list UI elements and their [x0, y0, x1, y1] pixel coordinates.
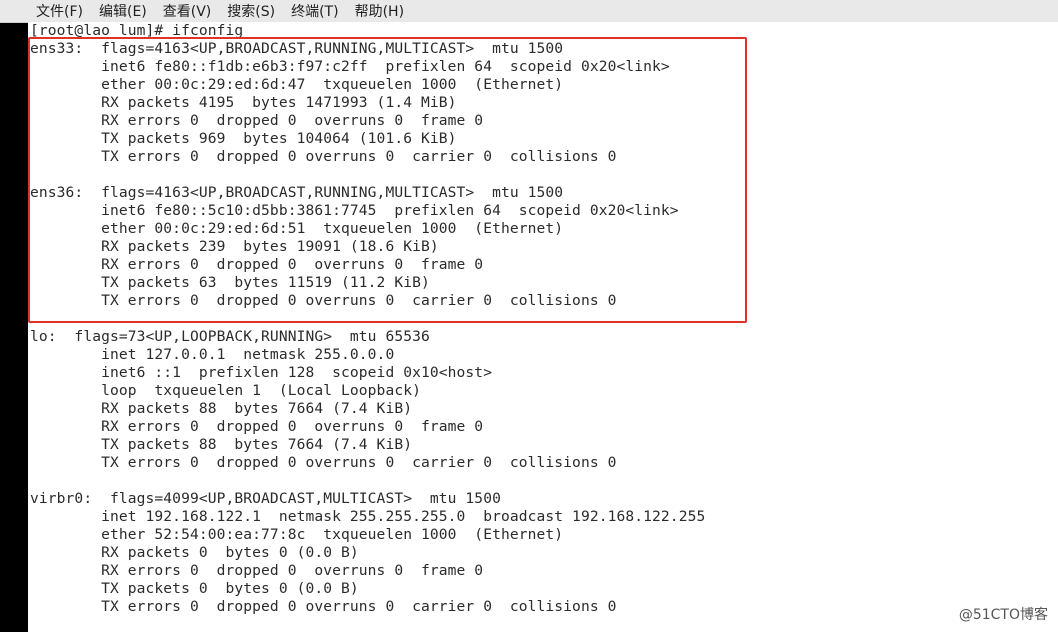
output-line: RX errors 0 dropped 0 overruns 0 frame 0: [30, 562, 484, 579]
menu-terminal[interactable]: 终端(T): [291, 1, 338, 21]
output-line: TX packets 63 bytes 11519 (11.2 KiB): [30, 274, 430, 291]
menu-bar: 文件(F) 编辑(E) 查看(V) 搜索(S) 终端(T) 帮助(H): [0, 0, 1058, 23]
output-line: TX errors 0 dropped 0 overruns 0 carrier…: [30, 292, 617, 309]
output-line: TX packets 969 bytes 104064 (101.6 KiB): [30, 130, 457, 147]
output-line: inet 127.0.0.1 netmask 255.0.0.0: [30, 346, 395, 363]
menu-help[interactable]: 帮助(H): [355, 1, 404, 21]
output-line: inet6 fe80::f1db:e6b3:f97:c2ff prefixlen…: [30, 58, 670, 75]
output-line: RX errors 0 dropped 0 overruns 0 frame 0: [30, 256, 484, 273]
command-prompt: [root@lao_lum]# ifconfig: [30, 22, 244, 39]
output-line: RX packets 4195 bytes 1471993 (1.4 MiB): [30, 94, 457, 111]
output-line: virbr0: flags=4099<UP,BROADCAST,MULTICAS…: [30, 490, 501, 507]
output-line: ens33: flags=4163<UP,BROADCAST,RUNNING,M…: [30, 40, 564, 57]
output-line: TX errors 0 dropped 0 overruns 0 carrier…: [30, 454, 617, 471]
menu-edit[interactable]: 编辑(E): [99, 1, 147, 21]
terminal-output[interactable]: [root@lao_lum]# ifconfig ens33: flags=41…: [28, 22, 1058, 632]
output-line: RX packets 0 bytes 0 (0.0 B): [30, 544, 359, 561]
output-line: loop txqueuelen 1 (Local Loopback): [30, 382, 421, 399]
output-line: inet6 fe80::5c10:d5bb:3861:7745 prefixle…: [30, 202, 679, 219]
output-line: ether 52:54:00:ea:77:8c txqueuelen 1000 …: [30, 526, 564, 543]
output-line: ether 00:0c:29:ed:6d:47 txqueuelen 1000 …: [30, 76, 564, 93]
menu-view[interactable]: 查看(V): [163, 1, 212, 21]
output-line: ens36: flags=4163<UP,BROADCAST,RUNNING,M…: [30, 184, 564, 201]
output-line: lo: flags=73<UP,LOOPBACK,RUNNING> mtu 65…: [30, 328, 430, 345]
menu-file[interactable]: 文件(F): [36, 1, 83, 21]
output-line: ether 00:0c:29:ed:6d:51 txqueuelen 1000 …: [30, 220, 564, 237]
output-line: inet6 ::1 prefixlen 128 scopeid 0x10<hos…: [30, 364, 493, 381]
watermark: @51CTO博客: [958, 607, 1048, 623]
output-line: TX errors 0 dropped 0 overruns 0 carrier…: [30, 148, 617, 165]
output-line: RX errors 0 dropped 0 overruns 0 frame 0: [30, 112, 484, 129]
output-line: TX errors 0 dropped 0 overruns 0 carrier…: [30, 598, 617, 615]
output-line: RX packets 239 bytes 19091 (18.6 KiB): [30, 238, 439, 255]
output-line: TX packets 88 bytes 7664 (7.4 KiB): [30, 436, 413, 453]
output-line: inet 192.168.122.1 netmask 255.255.255.0…: [30, 508, 706, 525]
output-line: RX errors 0 dropped 0 overruns 0 frame 0: [30, 418, 484, 435]
terminal-left-edge: [0, 0, 28, 632]
output-line: RX packets 88 bytes 7664 (7.4 KiB): [30, 400, 413, 417]
output-line: TX packets 0 bytes 0 (0.0 B): [30, 580, 359, 597]
menu-search[interactable]: 搜索(S): [227, 1, 275, 21]
